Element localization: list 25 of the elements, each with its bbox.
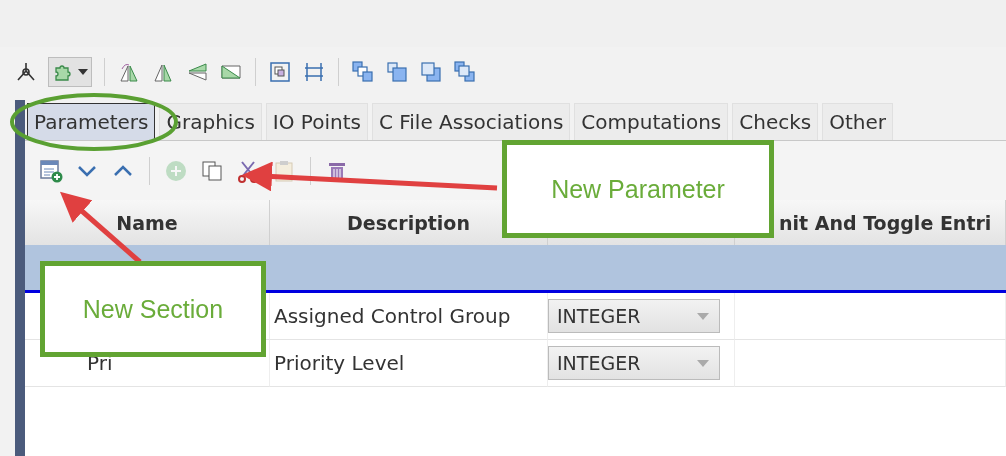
copy-icon[interactable] bbox=[200, 158, 224, 183]
caret-icon bbox=[78, 69, 88, 75]
callout-tooltip: New Parameter bbox=[502, 140, 774, 238]
tab[interactable]: Checks bbox=[732, 103, 819, 140]
type-dropdown[interactable]: INTEGER bbox=[548, 299, 720, 333]
bring-forward-icon[interactable] bbox=[351, 60, 375, 84]
callout-tooltip: New Section bbox=[40, 261, 266, 357]
tab[interactable]: C File Associations bbox=[371, 103, 571, 140]
caret-icon bbox=[697, 359, 709, 367]
caret-icon bbox=[697, 312, 709, 320]
new-section-icon[interactable] bbox=[39, 158, 63, 183]
send-backward-icon[interactable] bbox=[453, 60, 477, 84]
puzzle-dropdown-button[interactable] bbox=[48, 57, 92, 87]
table-cell: Assigned Control Group bbox=[270, 293, 548, 340]
group-icon[interactable] bbox=[268, 60, 292, 84]
ungroup-icon[interactable] bbox=[302, 60, 326, 84]
send-to-back-icon[interactable] bbox=[419, 60, 443, 84]
column-header: Name bbox=[25, 200, 270, 245]
tab[interactable]: Parameters bbox=[27, 103, 156, 140]
tab[interactable]: Computations bbox=[574, 103, 729, 140]
tab[interactable]: Other bbox=[822, 103, 893, 140]
bring-to-front-icon[interactable] bbox=[385, 60, 409, 84]
type-dropdown[interactable]: INTEGER bbox=[548, 346, 720, 380]
table-cell: Priority Level bbox=[270, 340, 548, 387]
tab[interactable]: IO Points bbox=[265, 103, 368, 140]
